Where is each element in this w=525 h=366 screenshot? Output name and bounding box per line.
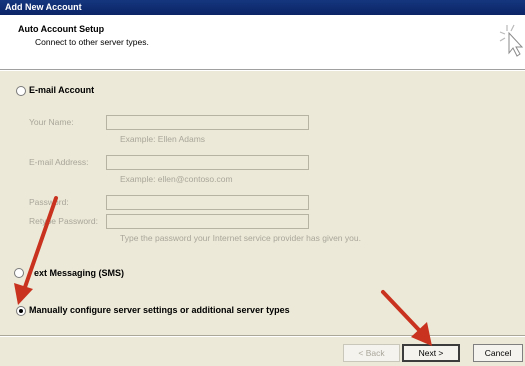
cancel-button[interactable]: Cancel bbox=[473, 344, 523, 362]
password-input[interactable] bbox=[106, 195, 309, 210]
button-divider bbox=[0, 335, 525, 337]
header-title: Auto Account Setup bbox=[18, 24, 105, 34]
email-account-label[interactable]: E-mail Account bbox=[29, 85, 94, 95]
header-subtitle: Connect to other server types. bbox=[35, 37, 149, 47]
next-button[interactable]: Next > bbox=[402, 344, 460, 362]
retype-password-input[interactable] bbox=[106, 214, 309, 229]
email-address-label: E-mail Address: bbox=[29, 157, 89, 167]
manual-config-radio[interactable] bbox=[16, 306, 26, 316]
cursor-sparkle-icon bbox=[499, 24, 524, 57]
wizard-header: Auto Account Setup Connect to other serv… bbox=[0, 15, 525, 70]
email-account-radio[interactable] bbox=[16, 86, 26, 96]
your-name-label: Your Name: bbox=[29, 117, 74, 127]
manual-config-label[interactable]: Manually configure server settings or ad… bbox=[29, 305, 290, 315]
window-title: Add New Account bbox=[5, 2, 82, 12]
email-address-input[interactable] bbox=[106, 155, 309, 170]
text-messaging-radio[interactable] bbox=[14, 268, 24, 278]
password-label: Password: bbox=[29, 197, 69, 207]
email-address-hint: Example: ellen@contoso.com bbox=[120, 174, 233, 184]
your-name-hint: Example: Ellen Adams bbox=[120, 134, 206, 144]
back-button[interactable]: < Back bbox=[343, 344, 400, 362]
wizard-content: E-mail Account Your Name: Example: Ellen… bbox=[0, 70, 525, 366]
retype-password-label: Retype Password: bbox=[29, 216, 98, 226]
text-messaging-label[interactable]: ext Messaging (SMS) bbox=[34, 268, 124, 278]
window-title-bar: Add New Account bbox=[0, 0, 525, 15]
your-name-input[interactable] bbox=[106, 115, 309, 130]
password-hint: Type the password your Internet service … bbox=[120, 233, 361, 243]
